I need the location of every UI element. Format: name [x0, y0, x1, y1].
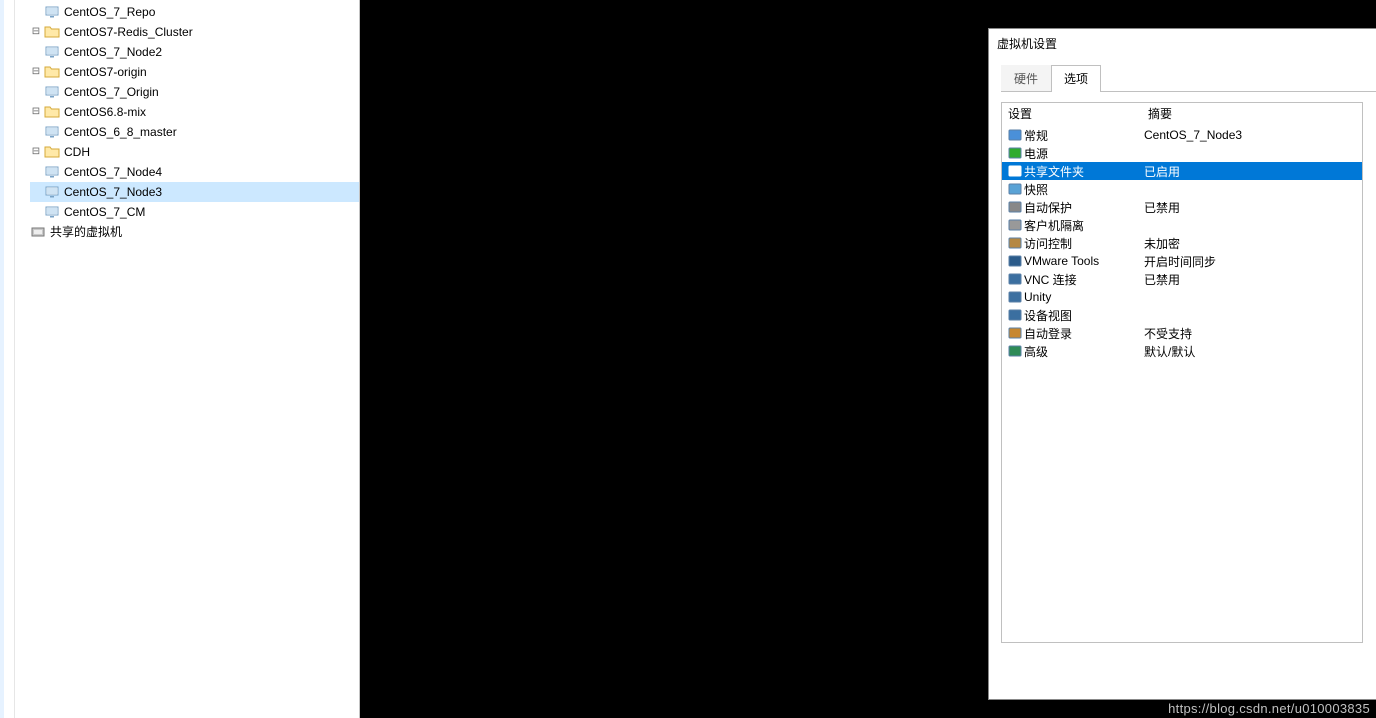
setting-summary: 不受支持 [1144, 325, 1358, 342]
vmware-tools-icon [1006, 254, 1024, 268]
vm-icon [44, 204, 60, 220]
setting-name: VMware Tools [1024, 254, 1144, 268]
folder-cdh[interactable]: ⊟ CDH [30, 142, 359, 162]
setting-row-shared-folders[interactable]: 共享文件夹已启用 [1002, 162, 1362, 180]
setting-name: 设备视图 [1024, 307, 1144, 324]
setting-name: 客户机隔离 [1024, 217, 1144, 234]
setting-row-unity[interactable]: Unity [1002, 288, 1362, 306]
dialog-titlebar[interactable]: 虚拟机设置 ✕ [989, 29, 1376, 57]
setting-name: 自动保护 [1024, 199, 1144, 216]
vm-icon [44, 44, 60, 60]
setting-name: Unity [1024, 290, 1144, 304]
setting-summary: 开启时间同步 [1144, 253, 1358, 270]
setting-name: 访问控制 [1024, 235, 1144, 252]
setting-summary: 未加密 [1144, 235, 1358, 252]
setting-row-autoprotect[interactable]: 自动保护已禁用 [1002, 198, 1362, 216]
settings-list-panel: 设置 摘要 常规CentOS_7_Node3电源共享文件夹已启用快照自动保护已禁… [1001, 102, 1363, 643]
tree-label: CentOS_7_Node4 [64, 162, 162, 182]
general-icon [1006, 128, 1024, 142]
tree-label: CentOS_7_Repo [64, 2, 155, 22]
tree-label: CentOS_6_8_master [64, 122, 177, 142]
advanced-icon [1006, 344, 1024, 358]
setting-row-vnc[interactable]: VNC 连接已禁用 [1002, 270, 1362, 288]
setting-row-power[interactable]: 电源 [1002, 144, 1362, 162]
access-control-icon [1006, 236, 1024, 250]
vm-icon [44, 124, 60, 140]
vm-centos7-node4[interactable]: CentOS_7_Node4 [30, 162, 359, 182]
setting-row-appliance-view[interactable]: 设备视图 [1002, 306, 1362, 324]
tree-label: CentOS_7_CM [64, 202, 145, 222]
folder-centos68-mix[interactable]: ⊟ CentOS6.8-mix [30, 102, 359, 122]
shared-vms-root[interactable]: 共享的虚拟机 [30, 222, 359, 242]
tab-hardware[interactable]: 硬件 [1001, 65, 1051, 91]
tree-label: CentOS_7_Origin [64, 82, 159, 102]
tree-toggle-icon[interactable]: ⊟ [30, 106, 42, 118]
setting-summary: 已禁用 [1144, 271, 1358, 288]
vm-centos68-master[interactable]: CentOS_6_8_master [30, 122, 359, 142]
folder-icon [44, 144, 60, 160]
folder-icon [44, 24, 60, 40]
vm-centos7-repo[interactable]: CentOS_7_Repo [30, 2, 359, 22]
vm-settings-dialog: 虚拟机设置 ✕ 硬件 选项 设置 摘要 常规CentOS_7_Node3电源共享… [988, 28, 1376, 700]
unity-icon [1006, 290, 1024, 304]
setting-name: 自动登录 [1024, 325, 1144, 342]
setting-row-general[interactable]: 常规CentOS_7_Node3 [1002, 126, 1362, 144]
guest-isolation-icon [1006, 218, 1024, 232]
setting-name: 常规 [1024, 127, 1144, 144]
snapshot-icon [1006, 182, 1024, 196]
vm-icon [44, 84, 60, 100]
tree-toggle-icon[interactable]: ⊟ [30, 26, 42, 38]
setting-row-guest-isolation[interactable]: 客户机隔离 [1002, 216, 1362, 234]
vm-icon [44, 4, 60, 20]
col-summary-header: 摘要 [1148, 105, 1172, 122]
tree-toggle-icon[interactable]: ⊟ [30, 146, 42, 158]
tree-label: CentOS6.8-mix [64, 102, 146, 122]
tree-label: CentOS_7_Node3 [64, 182, 162, 202]
vm-icon [44, 184, 60, 200]
setting-row-autologin[interactable]: 自动登录不受支持 [1002, 324, 1362, 342]
appliance-view-icon [1006, 308, 1024, 322]
tree-label: CentOS7-origin [64, 62, 147, 82]
tree-toggle-icon[interactable]: ⊟ [30, 66, 42, 78]
tree-label: CentOS_7_Node2 [64, 42, 162, 62]
col-setting-header: 设置 [1008, 105, 1148, 122]
setting-name: 高级 [1024, 343, 1144, 360]
tree-label: CDH [64, 142, 90, 162]
tree-label: CentOS7-Redis_Cluster [64, 22, 193, 42]
setting-name: 共享文件夹 [1024, 163, 1144, 180]
setting-name: 电源 [1024, 145, 1144, 162]
vm-centos7-cm[interactable]: CentOS_7_CM [30, 202, 359, 222]
watermark-text: https://blog.csdn.net/u010003835 [1168, 701, 1370, 716]
setting-row-access-control[interactable]: 访问控制未加密 [1002, 234, 1362, 252]
setting-summary: CentOS_7_Node3 [1144, 128, 1358, 142]
setting-name: 快照 [1024, 181, 1144, 198]
shared-folders-icon [1006, 164, 1024, 178]
setting-row-vmware-tools[interactable]: VMware Tools开启时间同步 [1002, 252, 1362, 270]
vm-console-area: .ta 虚拟机设置 ✕ 硬件 选项 设置 摘要 [360, 0, 1376, 718]
setting-row-snapshot[interactable]: 快照 [1002, 180, 1362, 198]
vm-icon [44, 164, 60, 180]
shared-vms-label: 共享的虚拟机 [50, 222, 122, 242]
setting-summary: 已启用 [1144, 163, 1358, 180]
setting-row-advanced[interactable]: 高级默认/默认 [1002, 342, 1362, 360]
dialog-tabs: 硬件 选项 [1001, 65, 1376, 92]
folder-redis-cluster[interactable]: ⊟ CentOS7-Redis_Cluster [30, 22, 359, 42]
autologin-icon [1006, 326, 1024, 340]
vm-centos7-origin[interactable]: CentOS_7_Origin [30, 82, 359, 102]
folder-icon [44, 64, 60, 80]
vm-centos7-node2[interactable]: CentOS_7_Node2 [30, 42, 359, 62]
folder-icon [44, 104, 60, 120]
dialog-title: 虚拟机设置 [997, 35, 1376, 52]
autoprotect-icon [1006, 200, 1024, 214]
vnc-icon [1006, 272, 1024, 286]
vm-centos7-node3[interactable]: CentOS_7_Node3 [30, 182, 359, 202]
setting-summary: 默认/默认 [1144, 343, 1358, 360]
setting-summary: 已禁用 [1144, 199, 1358, 216]
folder-centos7-origin[interactable]: ⊟ CentOS7-origin [30, 62, 359, 82]
tab-options[interactable]: 选项 [1051, 65, 1101, 92]
setting-name: VNC 连接 [1024, 271, 1144, 288]
power-icon [1006, 146, 1024, 160]
shared-icon [30, 224, 46, 240]
vm-library-sidebar: CentOS_7_Repo⊟CentOS7-Redis_ClusterCentO… [0, 0, 360, 718]
